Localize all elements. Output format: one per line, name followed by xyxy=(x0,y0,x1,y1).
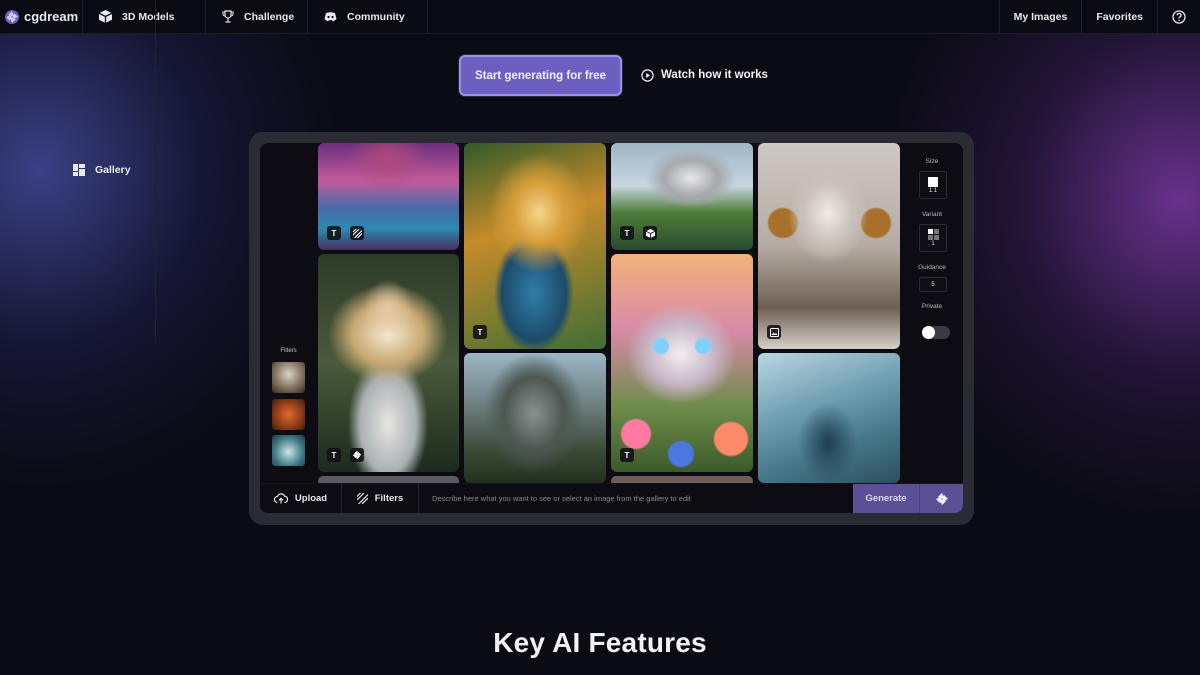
nav-gallery[interactable]: Gallery xyxy=(57,0,156,340)
filter-icon xyxy=(350,226,364,240)
variant-value: 1 xyxy=(931,241,935,247)
trophy-icon xyxy=(222,10,234,23)
top-nav: cgdream Gallery 3D Models Challenge Comm… xyxy=(0,0,1200,340)
nav-community[interactable]: Community xyxy=(308,0,428,33)
filters-sidebar: Filters xyxy=(260,143,317,483)
private-label: Private xyxy=(921,303,943,310)
gallery-image-fairy[interactable]: T xyxy=(318,254,459,472)
gallery-image-robot-woman[interactable] xyxy=(758,143,900,349)
variant-selector[interactable]: 1 xyxy=(919,224,947,252)
app-preview-frame: Filters T T T T T Size 1:1 Variant 1 Gui… xyxy=(249,132,974,525)
size-selector[interactable]: 1:1 xyxy=(919,171,947,199)
variant-grid-icon xyxy=(927,229,939,240)
nav-my-images-label: My Images xyxy=(1013,10,1068,23)
nav-challenge[interactable]: Challenge xyxy=(206,0,308,33)
prompt-input[interactable] xyxy=(419,484,853,513)
filter-thumb[interactable] xyxy=(272,399,305,430)
nav-community-label: Community xyxy=(347,10,405,23)
upload-button[interactable]: Upload xyxy=(260,484,342,513)
image-gallery: T T T T T xyxy=(317,143,901,486)
watch-label: Watch how it works xyxy=(661,69,768,81)
cloud-upload-icon xyxy=(273,493,288,504)
size-value: 1:1 xyxy=(928,187,938,194)
filters-button[interactable]: Filters xyxy=(342,484,419,513)
app-preview: Filters T T T T T Size 1:1 Variant 1 Gui… xyxy=(260,143,963,513)
start-generating-button[interactable]: Start generating for free xyxy=(459,55,622,96)
filter-thumb[interactable] xyxy=(272,362,305,393)
watch-how-it-works-link[interactable]: Watch how it works xyxy=(641,65,768,85)
text-prompt-badge: T xyxy=(620,226,634,240)
filter-thumb[interactable] xyxy=(272,435,305,466)
prompt-bar: Upload Filters Generate xyxy=(260,483,963,513)
image-icon xyxy=(767,325,781,339)
nav-gallery-label: Gallery xyxy=(95,164,131,176)
gallery-image-dome-house[interactable]: T xyxy=(611,143,753,250)
help-button[interactable] xyxy=(1158,0,1200,33)
gallery-image-fantasy-landscape[interactable]: T xyxy=(318,143,459,250)
text-prompt-badge: T xyxy=(327,226,341,240)
private-toggle[interactable] xyxy=(922,326,950,339)
nav-favorites[interactable]: Favorites xyxy=(1082,0,1158,33)
key-ai-features-heading: Key AI Features xyxy=(493,627,707,658)
cgdream-logo-icon xyxy=(4,9,20,25)
filters-title: Filters xyxy=(280,348,297,354)
nav-my-images[interactable]: My Images xyxy=(1000,0,1083,33)
cgdream-logo-icon xyxy=(935,492,949,506)
guidance-label: Guidance xyxy=(918,264,946,271)
gallery-image-flower-kitten[interactable]: T xyxy=(611,254,753,472)
square-icon xyxy=(928,176,938,187)
filter-icon xyxy=(356,493,368,504)
cgdream-logo-icon xyxy=(350,448,364,462)
text-prompt-badge: T xyxy=(327,448,341,462)
toggle-knob xyxy=(922,326,935,339)
grid-icon xyxy=(73,164,85,176)
upload-label: Upload xyxy=(294,493,328,504)
discord-icon xyxy=(324,11,337,22)
question-circle-icon xyxy=(1172,9,1186,24)
guidance-input[interactable]: 5 xyxy=(919,277,947,292)
text-prompt-badge: T xyxy=(473,325,487,339)
generation-settings: Size 1:1 Variant 1 Guidance 5 Private xyxy=(901,143,963,483)
nav-spacer xyxy=(428,0,1000,33)
guidance-value: 5 xyxy=(931,281,935,288)
size-label: Size xyxy=(925,158,939,165)
gallery-image-organic-architecture[interactable] xyxy=(758,353,900,483)
text-prompt-badge: T xyxy=(620,448,634,462)
generate-mode-button[interactable] xyxy=(920,484,963,513)
filters-label: Filters xyxy=(374,493,404,504)
cube-icon xyxy=(643,226,657,240)
play-circle-icon xyxy=(641,68,654,82)
gallery-image-princess[interactable]: T xyxy=(464,143,606,349)
gallery-image-castle[interactable] xyxy=(464,353,606,483)
variant-label: Variant xyxy=(921,211,943,218)
generate-button[interactable]: Generate xyxy=(853,484,920,513)
nav-challenge-label: Challenge xyxy=(244,10,295,23)
nav-favorites-label: Favorites xyxy=(1096,10,1143,23)
